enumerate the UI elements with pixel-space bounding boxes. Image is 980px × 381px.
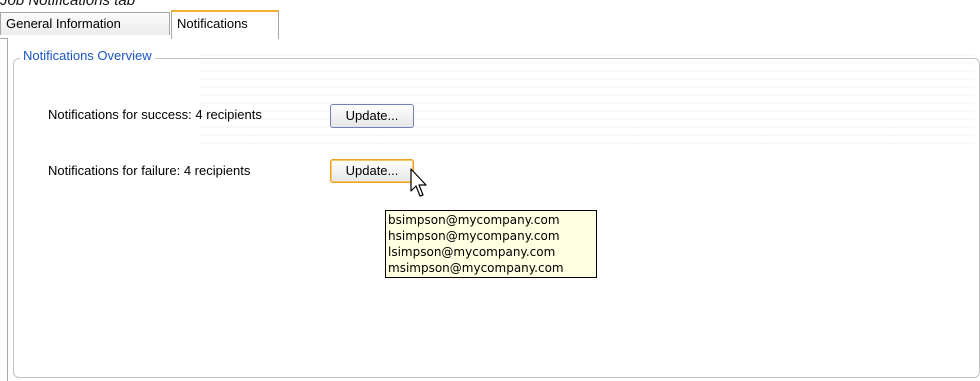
tooltip-recipient: lsimpson@mycompany.com bbox=[388, 245, 556, 259]
mouse-pointer-icon bbox=[410, 168, 427, 197]
tab-notifications[interactable]: Notifications bbox=[171, 10, 279, 39]
figure-caption: Job Notifications tab bbox=[0, 0, 136, 9]
tooltip-recipient: hsimpson@mycompany.com bbox=[388, 229, 560, 243]
tooltip-recipient: bsimpson@mycompany.com bbox=[388, 213, 560, 227]
success-notifications-label: Notifications for success: 4 recipients bbox=[48, 107, 262, 122]
group-legend: Notifications Overview bbox=[20, 48, 155, 63]
update-success-button[interactable]: Update... bbox=[330, 104, 414, 128]
failure-notifications-label: Notifications for failure: 4 recipients bbox=[48, 163, 251, 178]
recipients-tooltip: bsimpson@mycompany.com hsimpson@mycompan… bbox=[385, 210, 597, 278]
tab-general-information[interactable]: General Information bbox=[0, 12, 170, 35]
tooltip-recipient: msimpson@mycompany.com bbox=[388, 261, 564, 275]
update-failure-button[interactable]: Update... bbox=[330, 159, 414, 183]
tab-strip: General Information Notifications bbox=[0, 10, 980, 39]
